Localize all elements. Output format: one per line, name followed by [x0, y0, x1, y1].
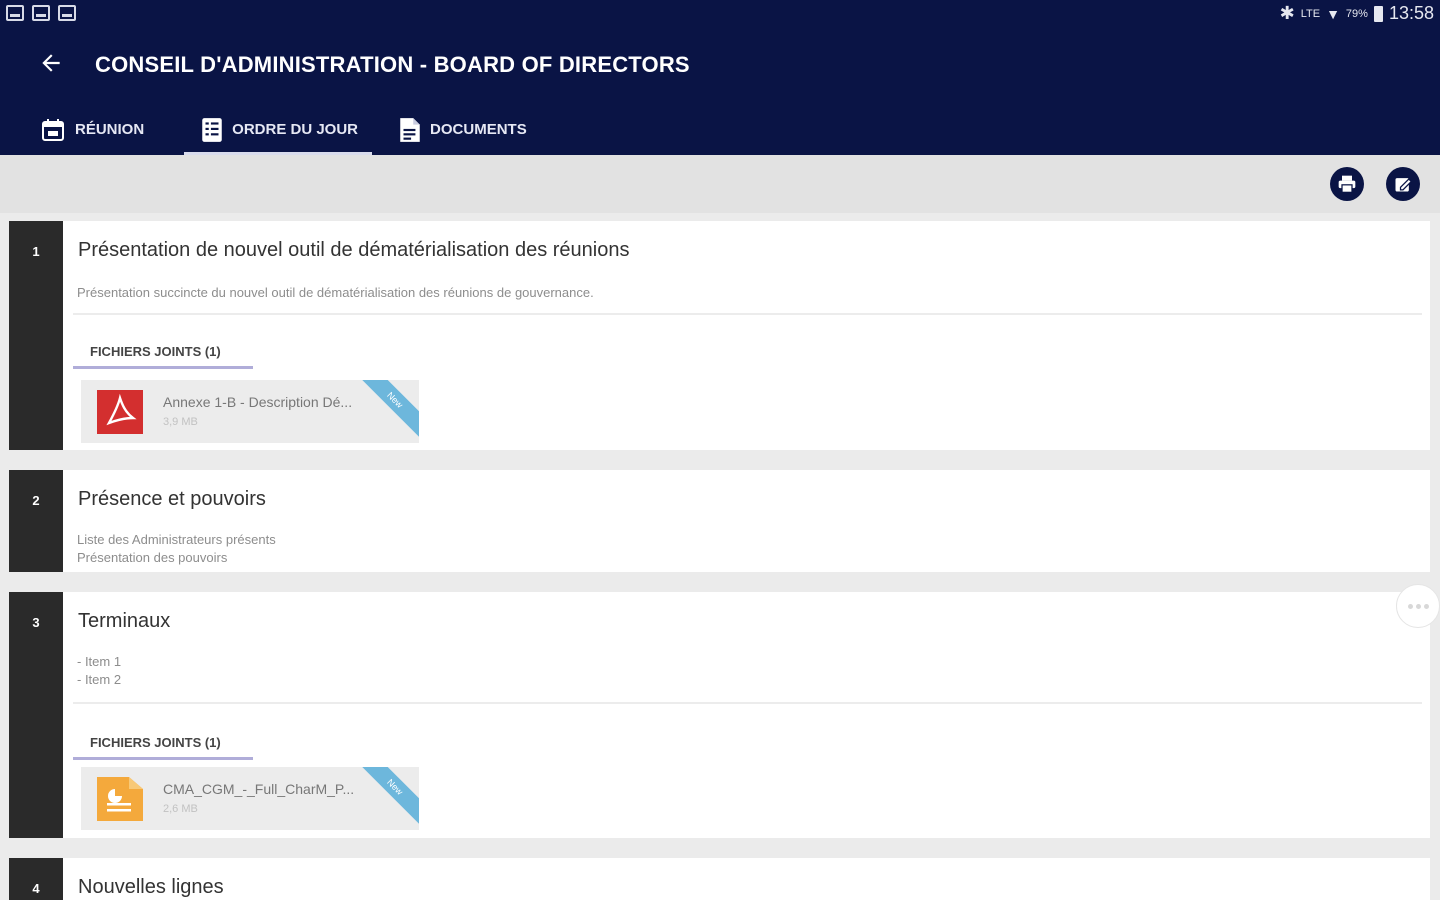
agenda-number: 4 [9, 858, 63, 900]
file-name: Annexe 1-B - Description Dé... [163, 394, 353, 410]
agenda-title: Terminaux [78, 610, 171, 632]
clock: 13:58 [1388, 3, 1434, 23]
divider [73, 313, 1422, 315]
agenda-item[interactable]: 4 Nouvelles lignes [9, 858, 1430, 900]
attachments-tab[interactable]: FICHIERS JOINTS (1) [73, 714, 253, 760]
attachments-tab[interactable]: FICHIERS JOINTS (1) [73, 323, 253, 369]
arrow-left-icon [42, 54, 60, 72]
edit-calendar-button[interactable] [1386, 167, 1420, 201]
divider [73, 702, 1422, 704]
agenda-item[interactable]: 1 Présentation de nouvel outil de dématé… [9, 221, 1430, 450]
agenda-item[interactable]: 2 Présence et pouvoirs Liste des Adminis… [9, 470, 1430, 572]
more-options-handle[interactable] [1396, 584, 1440, 628]
agenda-title: Présentation de nouvel outil de dématéri… [78, 239, 630, 261]
page-title: CONSEIL D'ADMINISTRATION - BOARD OF DIRE… [95, 52, 690, 77]
calendar-icon [42, 118, 64, 141]
agenda-item[interactable]: 3 Terminaux - Item 1 - Item 2 FICHIERS J… [9, 592, 1430, 838]
battery-percent: 79% [1345, 7, 1368, 20]
file-size: 2,6 MB [163, 803, 198, 815]
notification-icons [6, 5, 76, 21]
battery-icon [1373, 5, 1383, 22]
checklist-icon [202, 117, 222, 142]
agenda-number: 2 [9, 470, 63, 572]
description-line: Liste des Administrateurs présents [77, 532, 276, 547]
tab-documents[interactable]: DOCUMENTS [372, 104, 547, 155]
dot-icon [1415, 603, 1421, 609]
dot-icon [1423, 603, 1429, 609]
agenda-number: 3 [9, 592, 63, 838]
agenda-description: - Item 1 - Item 2 [77, 653, 121, 689]
pdf-file-icon [97, 390, 143, 434]
file-name: CMA_CGM_-_Full_CharM_P... [163, 781, 355, 797]
agenda-description: Liste des Administrateurs présents Prése… [77, 531, 276, 567]
tab-label: RÉUNION [75, 121, 145, 138]
document-icon [400, 117, 420, 142]
description-line: - Item 1 [77, 654, 122, 669]
agenda-number: 1 [9, 221, 63, 450]
status-bar: ✱ LTE ▼ 79% 13:58 [0, 0, 1440, 28]
print-button[interactable] [1330, 167, 1364, 201]
slides-file-icon [97, 777, 143, 821]
notification-photo-icon [58, 5, 76, 21]
tab-label: ORDRE DU JOUR [232, 121, 359, 138]
app-bar: CONSEIL D'ADMINISTRATION - BOARD OF DIRE… [0, 28, 1440, 155]
agenda-title: Présence et pouvoirs [78, 488, 266, 510]
new-ribbon: New [356, 380, 419, 439]
tab-bar: RÉUNION ORDRE DU JOUR DOCUMENTS [0, 104, 547, 155]
description-line: Présentation des pouvoirs [77, 550, 228, 565]
tab-ordre-du-jour[interactable]: ORDRE DU JOUR [184, 104, 372, 155]
print-icon [1338, 175, 1356, 193]
new-ribbon: New [356, 767, 419, 826]
notification-app-icon [6, 5, 24, 21]
edit-calendar-icon [1395, 178, 1413, 192]
attachment-file[interactable]: Annexe 1-B - Description Dé... 3,9 MB Ne… [81, 380, 419, 443]
notification-photo-icon [32, 5, 50, 21]
description-line: - Item 2 [77, 672, 122, 687]
agenda-title: Nouvelles lignes [78, 876, 224, 898]
action-toolbar [0, 155, 1440, 213]
attachment-file[interactable]: CMA_CGM_-_Full_CharM_P... 2,6 MB New [81, 767, 419, 830]
file-size: 3,9 MB [163, 416, 198, 428]
status-indicators: ✱ LTE ▼ 79% 13:58 [1280, 3, 1434, 24]
wifi-icon: ▼ [1326, 5, 1340, 22]
bluetooth-icon: ✱ [1279, 3, 1295, 23]
back-button[interactable] [38, 50, 64, 76]
agenda-description: Présentation succincte du nouvel outil d… [77, 284, 594, 302]
tab-reunion[interactable]: RÉUNION [0, 104, 164, 155]
network-type: LTE [1300, 7, 1321, 20]
dot-icon [1407, 603, 1413, 609]
description-line: Présentation succincte du nouvel outil d… [77, 285, 594, 300]
tab-label: DOCUMENTS [430, 121, 527, 138]
